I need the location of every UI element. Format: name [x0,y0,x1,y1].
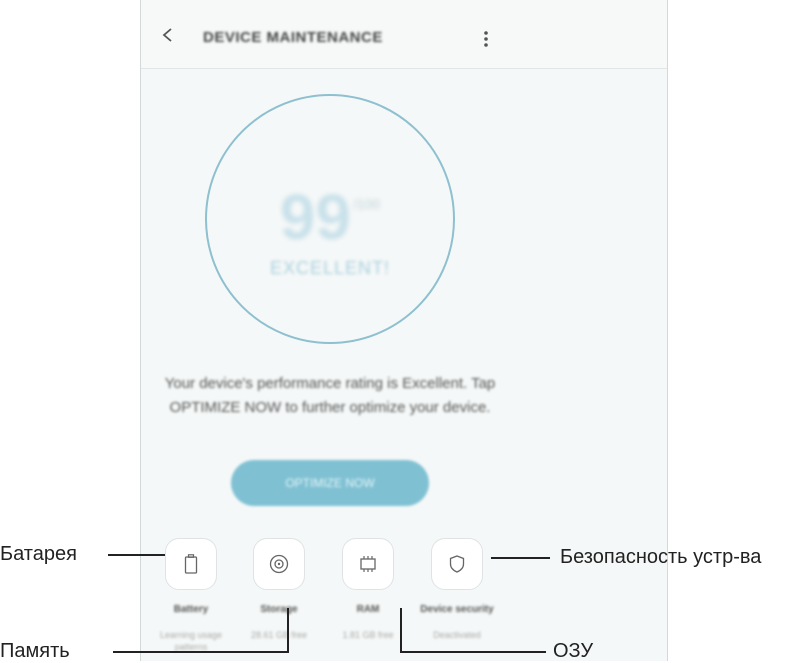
tool-storage-status: 28.61 GB free [250,630,308,640]
storage-tile[interactable] [253,538,305,590]
ram-tile[interactable] [342,538,394,590]
tool-storage[interactable]: Storage 28.61 GB free [239,538,319,641]
tool-battery-status: Learning usage patterns [159,630,223,652]
callout-security: Безопасность устр-ва [560,546,762,568]
tool-security-status: Deactivated [433,630,481,640]
callout-ram: ОЗУ [553,640,594,662]
tool-ram[interactable]: RAM 1.81 GB free [328,538,408,641]
tool-battery[interactable]: Battery Learning usage patterns [151,538,231,653]
back-arrow-icon[interactable] [161,28,175,42]
shield-icon [449,555,465,573]
tool-storage-label: Storage [260,604,298,615]
tool-ram-status: 1.81 GB free [342,630,394,640]
tool-device-security[interactable]: Device security Deactivated [417,538,497,641]
battery-tile[interactable] [165,538,217,590]
battery-icon [184,554,198,574]
tool-battery-label: Battery [173,604,209,615]
callout-storage: Память [0,640,70,662]
score-rating: EXCELLENT! [269,258,391,278]
performance-description: Your device's performance rating is Exce… [164,375,496,416]
ram-chip-icon [360,556,376,572]
security-tile[interactable] [431,538,483,590]
storage-icon [269,554,289,574]
optimize-now-button[interactable]: OPTIMIZE NOW [231,460,429,506]
tool-security-label: Device security [420,604,494,615]
score-display: 99/100 [205,180,455,254]
score-value: 99 [279,181,351,253]
callout-battery: Батарея [0,543,77,565]
score-max: /100 [352,196,381,212]
tool-ram-label: RAM [356,604,380,615]
page-title: DEVICE MAINTENANCE [203,29,383,46]
app-bar: DEVICE MAINTENANCE [141,0,667,69]
more-options-icon[interactable] [483,30,489,48]
